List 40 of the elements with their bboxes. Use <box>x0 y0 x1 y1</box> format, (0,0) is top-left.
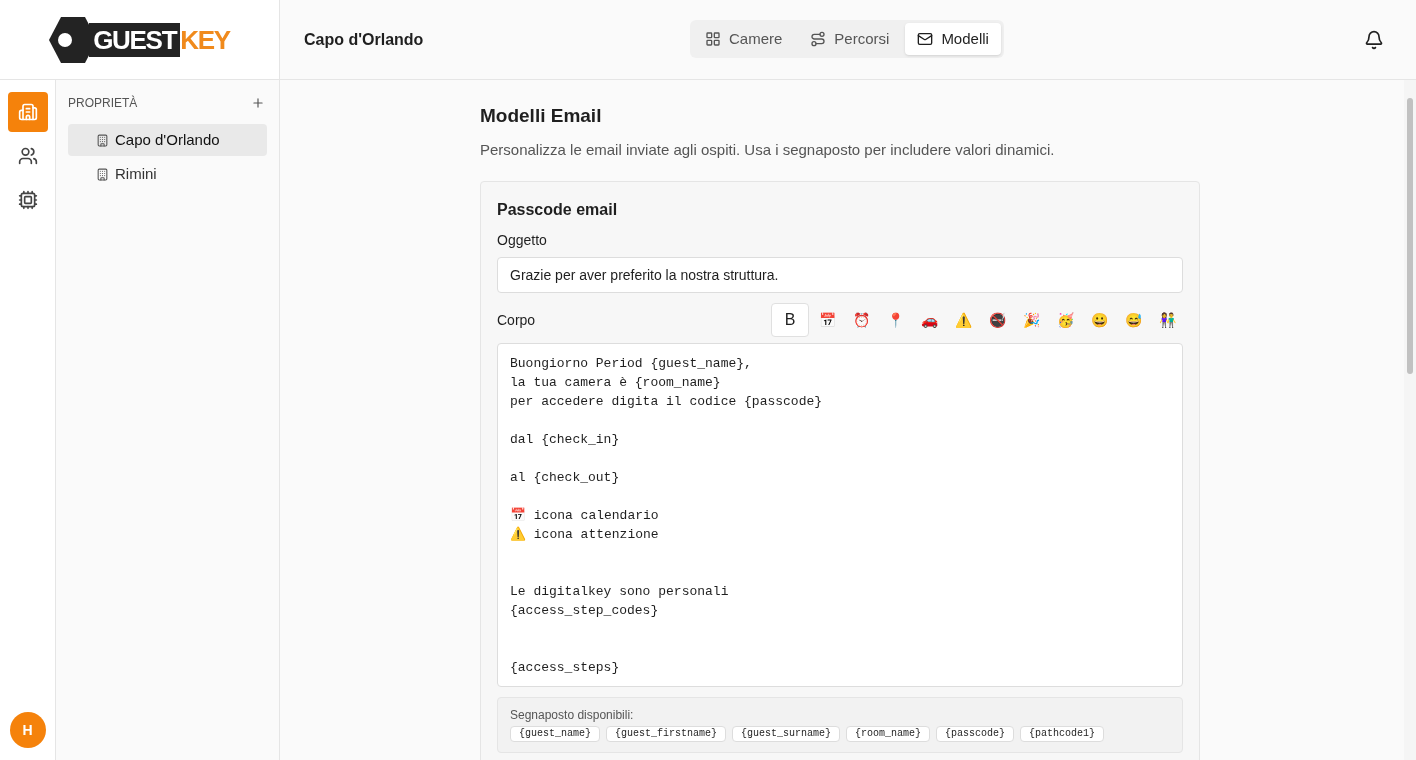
add-icon[interactable] <box>251 96 265 110</box>
logo: GUESTKEY <box>49 15 230 64</box>
building-icon <box>96 133 109 147</box>
body-label: Corpo <box>497 310 536 330</box>
placeholder-chip[interactable]: {pathcode1} <box>1020 726 1105 742</box>
building-icon <box>17 102 38 122</box>
bold-button[interactable]: B <box>771 303 809 337</box>
route-icon <box>810 31 827 47</box>
nav-tab[interactable]: Percorsi <box>798 23 902 55</box>
sidebar-heading: PROPRIETÀ <box>68 94 138 112</box>
page-title: Modelli Email <box>480 104 603 128</box>
nav-tab[interactable]: Camere <box>693 23 795 55</box>
emoji-button[interactable]: 📍 <box>879 303 911 337</box>
emoji-button[interactable]: ⏰ <box>845 303 877 337</box>
property-item[interactable]: Rimini <box>68 158 267 190</box>
emoji-button[interactable]: 🚭 <box>981 303 1013 337</box>
scrollbar[interactable] <box>1404 80 1416 760</box>
building-icon <box>96 167 109 181</box>
placeholder-chip[interactable]: {guest_name} <box>510 726 600 742</box>
subject-label: Oggetto <box>497 231 548 250</box>
placeholder-chip[interactable]: {passcode} <box>936 726 1015 742</box>
emoji-button[interactable]: 👫 <box>1151 303 1183 337</box>
emoji-button[interactable]: 🚗 <box>913 303 945 337</box>
notification-icon[interactable] <box>1364 29 1384 50</box>
nav-tab[interactable]: Modelli <box>905 23 1001 55</box>
placeholder-chip[interactable]: {room_name} <box>846 726 931 742</box>
users-icon <box>17 146 38 166</box>
chip-icon <box>17 190 38 210</box>
body-field[interactable]: Buongiorno Period {guest_name}, la tua camera è {room_name} per accedere digita il codice {passcode} dal {check_in} al {check_out} 📅 icona calendario ⚠ icona attenzione Le digitalkey sono personali {access_step_codes} {access_steps} <box>497 343 1183 687</box>
property-item[interactable]: Capo d'Orlando <box>68 124 267 156</box>
placeholders-label: Segnaposto disponibili: <box>510 708 635 722</box>
emoji-button[interactable]: 📅 <box>811 303 843 337</box>
mail-icon <box>917 31 934 47</box>
page-subtitle: Personalizza le email inviate agli ospiti. Usa i segnaposto per includere valori dinamici. <box>480 139 1056 160</box>
subject-field[interactable]: Grazie per aver preferito la nostra struttura. <box>497 257 1183 293</box>
grid-icon <box>705 31 721 47</box>
placeholder-chip[interactable]: {guest_surname} <box>732 726 841 742</box>
template-title: Passcode email <box>497 200 619 220</box>
property-title: Capo d'Orlando <box>304 29 424 50</box>
placeholder-chip[interactable]: {guest_firstname} <box>606 726 727 742</box>
